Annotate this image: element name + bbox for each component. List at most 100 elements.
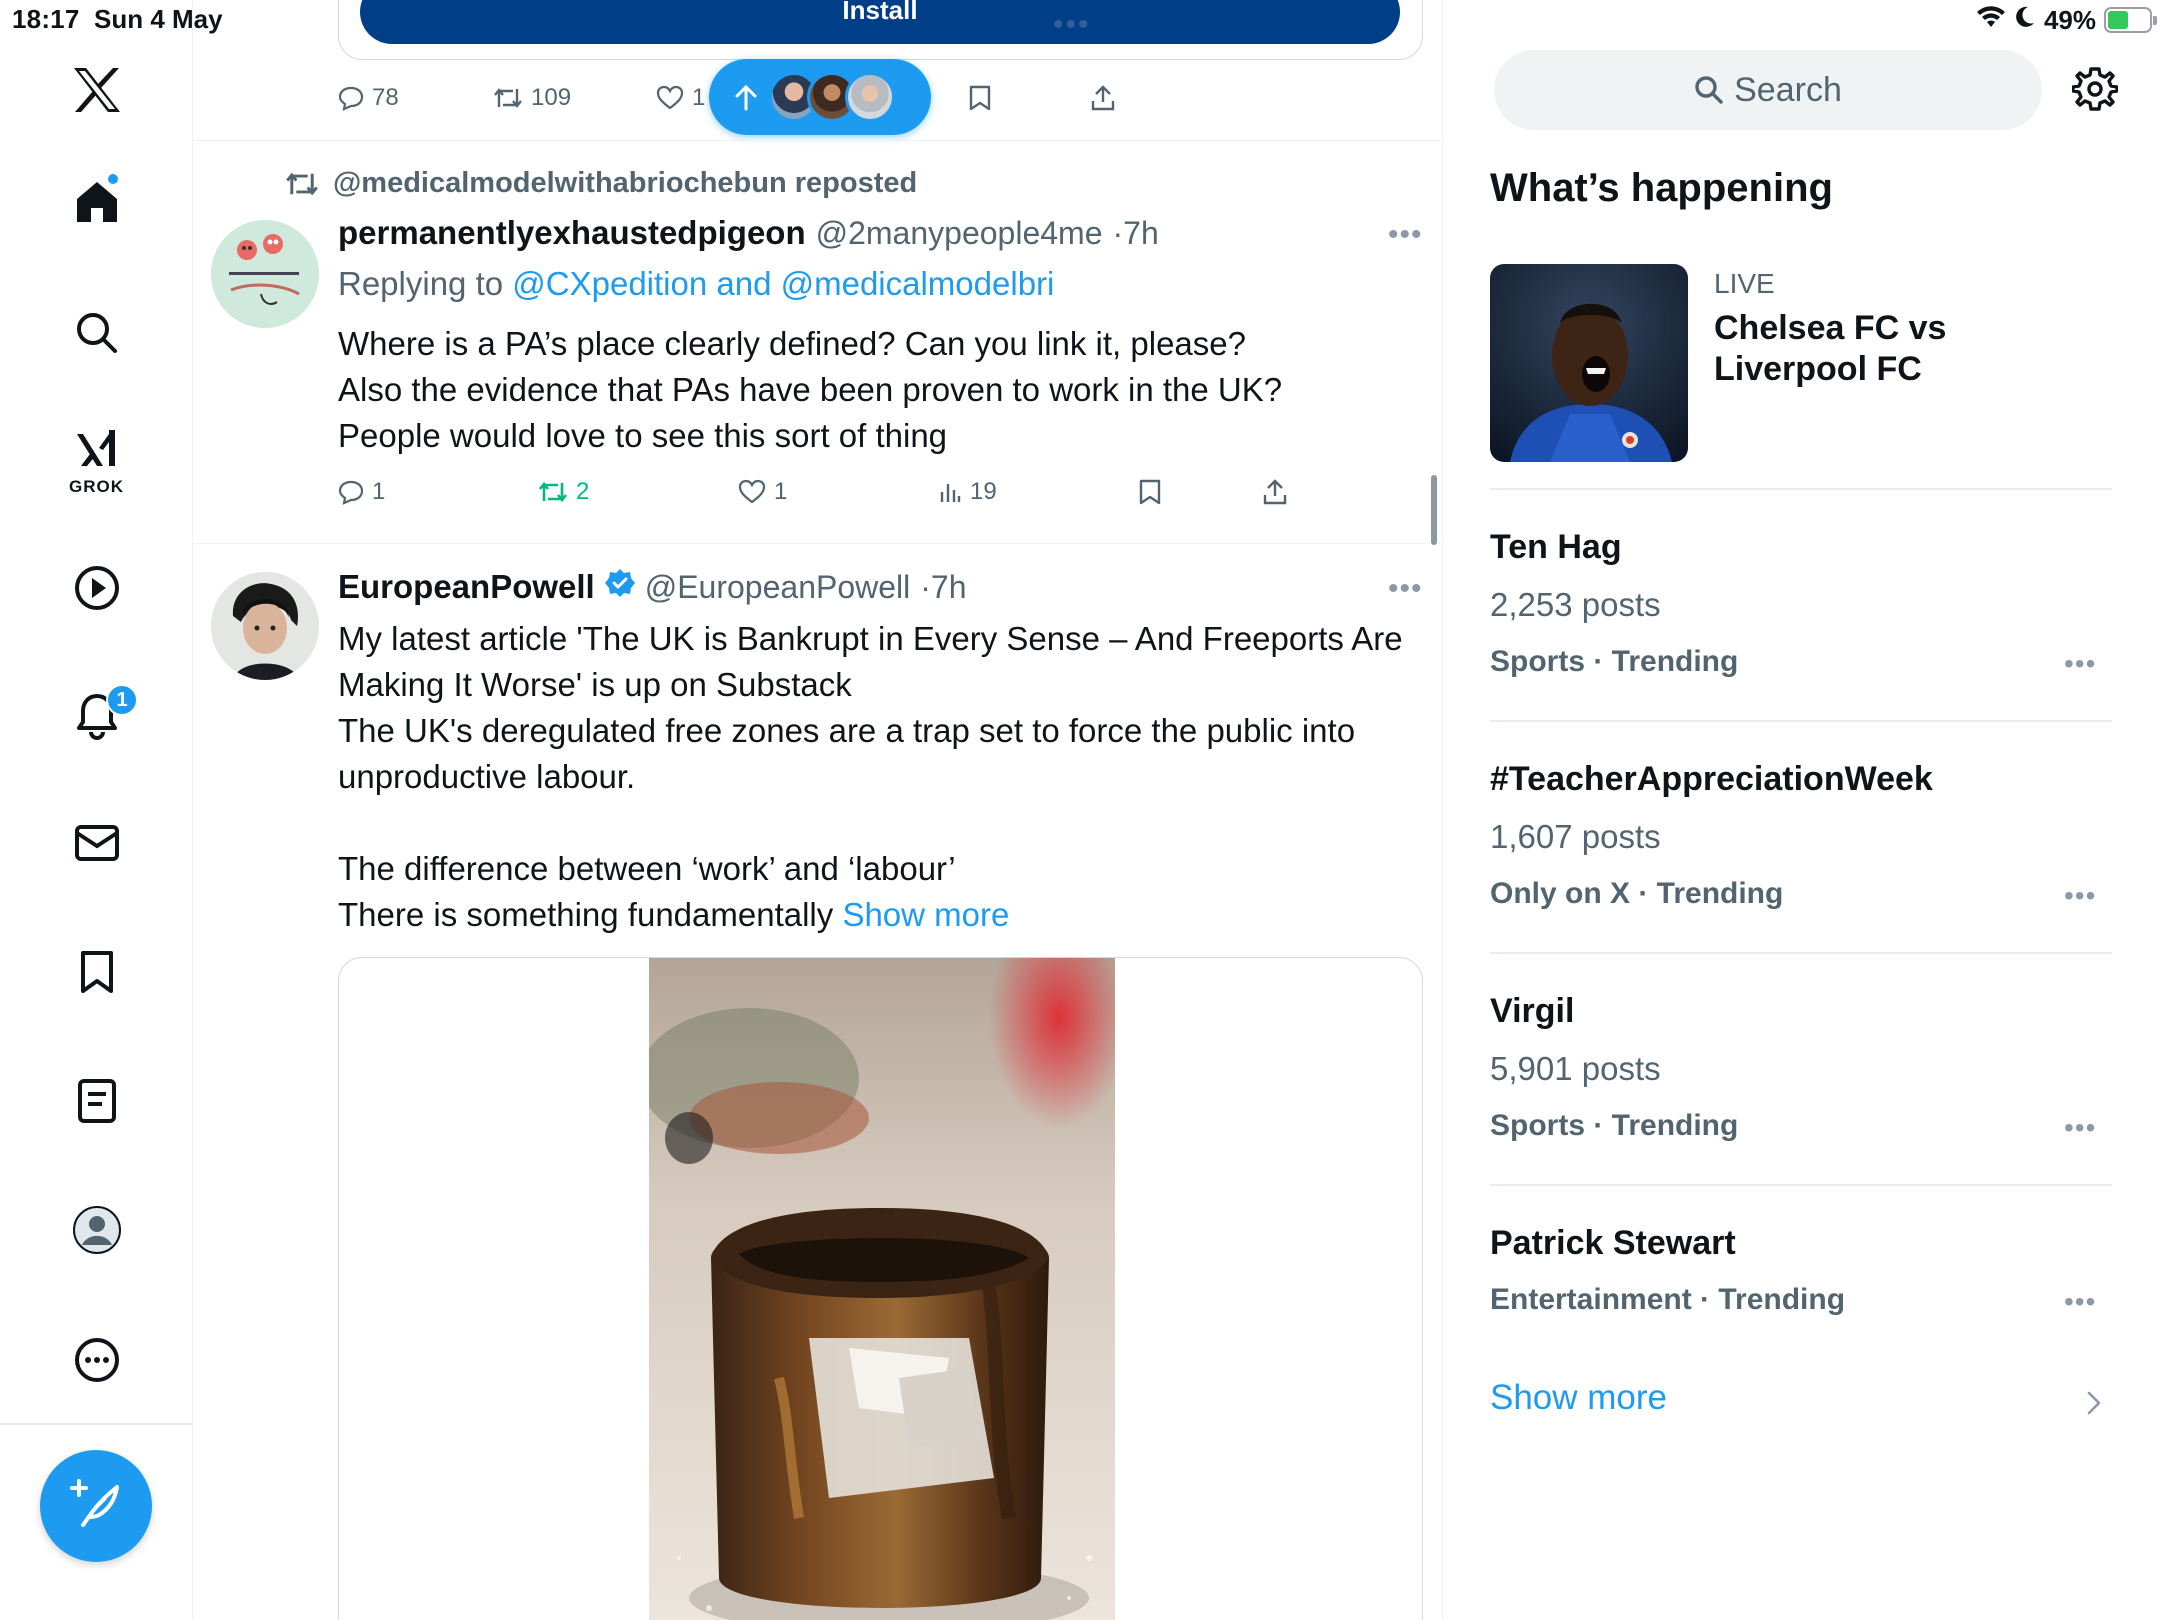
- nav-search[interactable]: [0, 303, 193, 363]
- reposted-by-label: @medicalmodelwithabriochebun reposted: [333, 167, 918, 199]
- author-avatar[interactable]: [211, 220, 319, 328]
- ad-repost-button[interactable]: 109: [493, 78, 571, 118]
- install-label: Install: [842, 0, 918, 25]
- views-count: 19: [970, 478, 997, 505]
- arrow-up-icon: [735, 84, 757, 111]
- author-handle[interactable]: @EuropeanPowell: [645, 569, 911, 606]
- search-icon: [75, 311, 119, 355]
- like-count: 1: [692, 84, 706, 111]
- like-button[interactable]: 1: [738, 472, 787, 512]
- avatar: [845, 72, 895, 122]
- home-unread-dot: [106, 172, 120, 186]
- grok-icon: [73, 426, 121, 474]
- trend-name[interactable]: Ten Hag: [1490, 528, 1622, 567]
- trend-more-icon[interactable]: •••: [2064, 1112, 2096, 1144]
- nav-notifications[interactable]: [0, 688, 193, 744]
- replying-prefix: Replying to: [338, 265, 513, 302]
- trend-post-count: 1,607 posts: [1490, 818, 1661, 855]
- main-feed: Install ••• 78 109 1 @medicalmodelwithab…: [193, 0, 1443, 1620]
- views-button[interactable]: 19: [938, 472, 997, 512]
- show-more-link[interactable]: Show more: [842, 896, 1009, 933]
- trend-divider: [1490, 952, 2112, 954]
- share-icon: [1091, 85, 1115, 111]
- compose-post-button[interactable]: [40, 1450, 152, 1562]
- nav-bookmarks[interactable]: [0, 944, 193, 1000]
- repost-count: 109: [531, 84, 572, 111]
- bookmark-icon: [1139, 479, 1161, 505]
- reply-button[interactable]: 1: [338, 472, 385, 512]
- heart-icon: [738, 479, 766, 504]
- live-tag: LIVE: [1714, 268, 1775, 299]
- x-logo-icon[interactable]: [0, 60, 193, 120]
- author-name[interactable]: permanentlyexhaustedpigeon: [338, 214, 806, 252]
- chevron-right-icon[interactable]: [2086, 1390, 2102, 1421]
- search-icon: [1695, 76, 1723, 104]
- post-time[interactable]: 7h: [931, 569, 967, 606]
- verified-badge-icon: [604, 568, 635, 606]
- nav-lists[interactable]: [0, 1073, 193, 1129]
- live-event-title[interactable]: Chelsea FC vs Liverpool FC: [1714, 308, 2014, 390]
- repost-icon: [538, 481, 568, 503]
- nav-profile[interactable]: [0, 1202, 193, 1258]
- post-text: Where is a PA’s place clearly defined? C…: [338, 325, 1283, 454]
- trend-post-count: 2,253 posts: [1490, 586, 1661, 623]
- post-body: My latest article 'The UK is Bankrupt in…: [338, 620, 1403, 933]
- reply-icon: [338, 480, 364, 505]
- post-header: EuropeanPowell @EuropeanPowell · 7h: [338, 568, 967, 606]
- settings-gear-icon[interactable]: [2071, 66, 2119, 117]
- repost-icon: [286, 172, 318, 195]
- nav-home[interactable]: [0, 172, 193, 232]
- install-button[interactable]: Install: [360, 0, 1400, 44]
- trend-category: Sports · Trending: [1490, 645, 1739, 678]
- trend-divider: [1490, 1184, 2112, 1186]
- nav-messages[interactable]: [0, 815, 193, 871]
- trend-name[interactable]: Patrick Stewart: [1490, 1224, 1736, 1263]
- post-media[interactable]: [338, 957, 1423, 1620]
- trend-more-icon[interactable]: •••: [2064, 1286, 2096, 1318]
- like-count: 1: [774, 478, 788, 505]
- author-handle[interactable]: @2manypeople4me: [816, 215, 1103, 252]
- post-text: My latest article 'The UK is Bankrupt in…: [338, 616, 1423, 938]
- replying-to-link[interactable]: @CXpedition and @medicalmodelbri: [512, 265, 1054, 302]
- trend-name[interactable]: Virgil: [1490, 992, 1574, 1031]
- trend-category: Only on X · Trending: [1490, 877, 1784, 910]
- repost-button[interactable]: 2: [538, 472, 589, 512]
- trend-more-icon[interactable]: •••: [2064, 648, 2096, 680]
- nav-more[interactable]: [0, 1332, 193, 1388]
- share-button[interactable]: [1262, 472, 1288, 512]
- ad-reply-button[interactable]: 78: [338, 78, 399, 118]
- bookmark-icon: [969, 85, 991, 111]
- section-title: What’s happening: [1490, 166, 1833, 210]
- new-posts-pill[interactable]: [709, 59, 931, 135]
- trend-name[interactable]: #TeacherAppreciationWeek: [1490, 760, 1933, 799]
- author-name[interactable]: EuropeanPowell: [338, 568, 595, 606]
- scrollbar-thumb[interactable]: [1431, 475, 1437, 545]
- post-more-icon[interactable]: •••: [1388, 572, 1423, 606]
- trend-more-icon[interactable]: •••: [2064, 880, 2096, 912]
- separator-dot: ·: [920, 569, 931, 605]
- post-time[interactable]: 7h: [1123, 215, 1159, 252]
- rusty-tin-photo: [649, 958, 1115, 1620]
- heart-icon: [656, 85, 684, 110]
- play-icon: [74, 565, 120, 611]
- post-header: permanentlyexhaustedpigeon @2manypeople4…: [338, 214, 1159, 252]
- ad-like-button[interactable]: 1: [656, 78, 705, 118]
- live-event-thumbnail[interactable]: [1490, 264, 1688, 462]
- reply-count: 1: [372, 478, 386, 505]
- ad-bookmark-button[interactable]: [968, 78, 992, 118]
- replying-to: Replying to @CXpedition and @medicalmode…: [338, 265, 1054, 303]
- grok-label: GROK: [69, 477, 124, 496]
- bookmark-button[interactable]: [1138, 472, 1162, 512]
- repost-indicator: @medicalmodelwithabriochebun reposted: [285, 167, 917, 200]
- list-icon: [77, 1078, 117, 1124]
- post-more-icon[interactable]: •••: [1388, 218, 1423, 252]
- nav-videos[interactable]: [0, 560, 193, 616]
- profile-avatar-icon: [72, 1205, 122, 1255]
- show-more-link[interactable]: Show more: [1490, 1378, 1667, 1418]
- ad-share-button[interactable]: [1090, 78, 1116, 118]
- author-avatar[interactable]: [211, 572, 319, 680]
- nav-grok[interactable]: [0, 425, 193, 475]
- post-divider: [193, 140, 1442, 141]
- search-input[interactable]: Search: [1494, 50, 2042, 130]
- feather-plus-icon: [69, 1477, 123, 1536]
